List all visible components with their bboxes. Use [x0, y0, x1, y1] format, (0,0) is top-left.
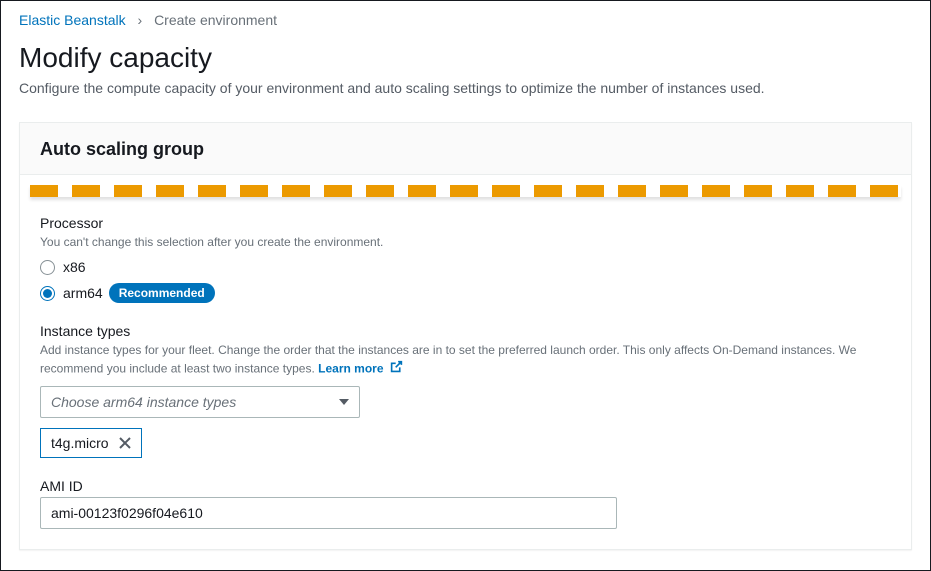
radio-icon-checked [40, 286, 55, 301]
processor-hint: You can't change this selection after yo… [40, 234, 891, 251]
breadcrumb-root-link[interactable]: Elastic Beanstalk [19, 12, 126, 28]
processor-group: Processor You can't change this selectio… [40, 215, 891, 303]
instance-types-hint: Add instance types for your fleet. Chang… [40, 342, 891, 378]
caret-down-icon [339, 399, 349, 405]
instance-types-select[interactable]: Choose arm64 instance types [40, 386, 360, 418]
page-description: Configure the compute capacity of your e… [19, 80, 912, 96]
radio-arm64[interactable]: arm64 Recommended [40, 283, 891, 303]
breadcrumb: Elastic Beanstalk › Create environment [1, 1, 930, 34]
ami-id-label: AMI ID [40, 478, 891, 494]
panel-title: Auto scaling group [40, 139, 891, 160]
instance-types-hint-text: Add instance types for your fleet. Chang… [40, 343, 856, 375]
ami-id-group: AMI ID [40, 478, 891, 529]
learn-more-link[interactable]: Learn more [318, 361, 383, 375]
breadcrumb-current: Create environment [154, 12, 277, 28]
radio-icon [40, 260, 55, 275]
chevron-right-icon: › [138, 12, 143, 28]
instance-types-label: Instance types [40, 323, 891, 339]
radio-x86-label: x86 [63, 259, 86, 275]
processor-label: Processor [40, 215, 891, 231]
external-link-icon [390, 360, 403, 378]
radio-arm64-label: arm64 [63, 285, 103, 301]
page-title: Modify capacity [19, 42, 912, 74]
auto-scaling-panel: Auto scaling group Processor You can't c… [19, 122, 912, 550]
select-placeholder: Choose arm64 instance types [51, 394, 236, 410]
panel-header: Auto scaling group [20, 123, 911, 175]
radio-x86[interactable]: x86 [40, 259, 891, 275]
instance-types-group: Instance types Add instance types for yo… [40, 323, 891, 458]
ami-id-input[interactable] [40, 497, 617, 529]
highlight-divider [30, 185, 901, 197]
instance-type-chip: t4g.micro [40, 428, 142, 458]
chip-label: t4g.micro [51, 435, 109, 451]
recommended-badge: Recommended [109, 283, 215, 303]
close-icon[interactable] [117, 435, 133, 451]
